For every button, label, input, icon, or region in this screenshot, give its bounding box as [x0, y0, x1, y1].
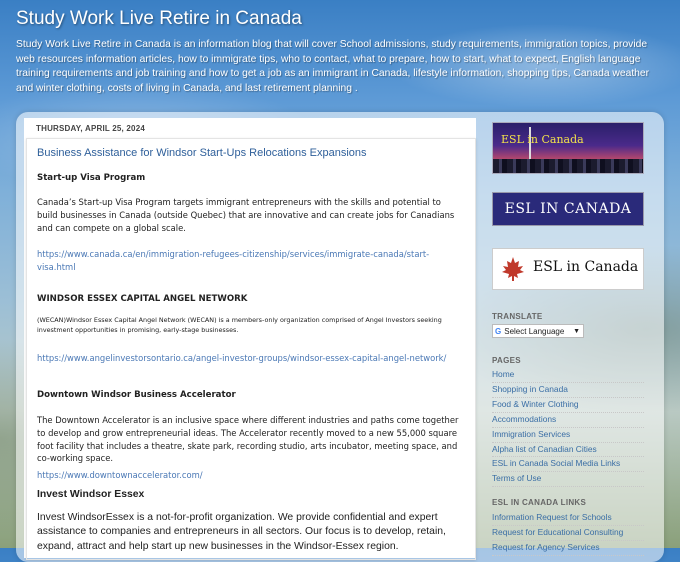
logo1-text: ESL in Canada — [501, 133, 584, 146]
google-icon: G — [495, 327, 502, 336]
blog-post: Business Assistance for Windsor Start-Up… — [26, 138, 476, 560]
sidebar: ESL in Canada ESL IN CANADA ESL in Canad… — [492, 118, 648, 558]
chevron-down-icon: ▼ — [573, 328, 580, 335]
link-request-schools[interactable]: Information Request for Schools — [492, 511, 644, 526]
links-heading: ESL IN CANADA LINKS — [492, 498, 587, 507]
blog-header: Study Work Live Retire in Canada Study W… — [16, 6, 664, 96]
pages-list: Home Shopping in Canada Food & Winter Cl… — [492, 368, 644, 488]
page-link-home[interactable]: Home — [492, 368, 644, 383]
wecan-heading: WINDSOR ESSEX CAPITAL ANGEL NETWORK — [37, 294, 248, 304]
startup-heading: Start-up Visa Program — [37, 173, 146, 183]
pages-heading: PAGES — [492, 356, 521, 365]
page-link-immigration[interactable]: Immigration Services — [492, 428, 644, 443]
wecan-link[interactable]: https://www.angelinvestorsontario.ca/ang… — [37, 352, 463, 365]
page-link-shopping[interactable]: Shopping in Canada — [492, 383, 644, 398]
blog-title[interactable]: Study Work Live Retire in Canada — [16, 8, 664, 30]
esl-logo-maple[interactable]: ESL in Canada — [492, 248, 644, 290]
links-list: Information Request for Schools Request … — [492, 511, 644, 556]
skyline-icon — [493, 159, 643, 173]
invest-heading: Invest Windsor Essex — [37, 489, 145, 500]
accelerator-heading: Downtown Windsor Business Accelerator — [37, 390, 236, 400]
page-link-food-clothing[interactable]: Food & Winter Clothing — [492, 398, 644, 413]
link-request-agency[interactable]: Request for Agency Services — [492, 541, 644, 556]
language-select[interactable]: G Select Language ▼ — [492, 324, 584, 338]
startup-text: Canada’s Start-up Visa Program targets i… — [37, 197, 455, 233]
page-link-accommodations[interactable]: Accommodations — [492, 413, 644, 428]
post-date: THURSDAY, APRIL 25, 2024 — [36, 124, 145, 133]
wecan-text: (WECAN)Windsor Essex Capital Angel Netwo… — [37, 316, 442, 334]
link-request-consulting[interactable]: Request for Educational Consulting — [492, 526, 644, 541]
page-link-social-media[interactable]: ESL in Canada Social Media Links — [492, 457, 644, 473]
blog-description: Study Work Live Retire in Canada is an i… — [16, 39, 650, 94]
accelerator-text: The Downtown Accelerator is an inclusive… — [37, 415, 459, 464]
maple-leaf-icon — [502, 257, 524, 281]
post-title[interactable]: Business Assistance for Windsor Start-Up… — [37, 147, 367, 159]
page-link-cities[interactable]: Alpha list of Canadian Cities — [492, 443, 644, 458]
logo3-text: ESL in Canada — [533, 259, 639, 275]
esl-logo-banner[interactable]: ESL IN CANADA — [492, 192, 644, 226]
translate-heading: TRANSLATE — [492, 312, 543, 321]
main-column: THURSDAY, APRIL 25, 2024 Business Assist… — [24, 118, 476, 560]
startup-link[interactable]: https://www.canada.ca/en/immigration-ref… — [37, 248, 463, 274]
language-select-label: Select Language — [504, 327, 565, 336]
accelerator-link[interactable]: https://www.downtownaccelerator.com/ — [37, 469, 463, 482]
esl-logo-skyline[interactable]: ESL in Canada — [492, 122, 644, 174]
page-link-terms[interactable]: Terms of Use — [492, 472, 644, 488]
